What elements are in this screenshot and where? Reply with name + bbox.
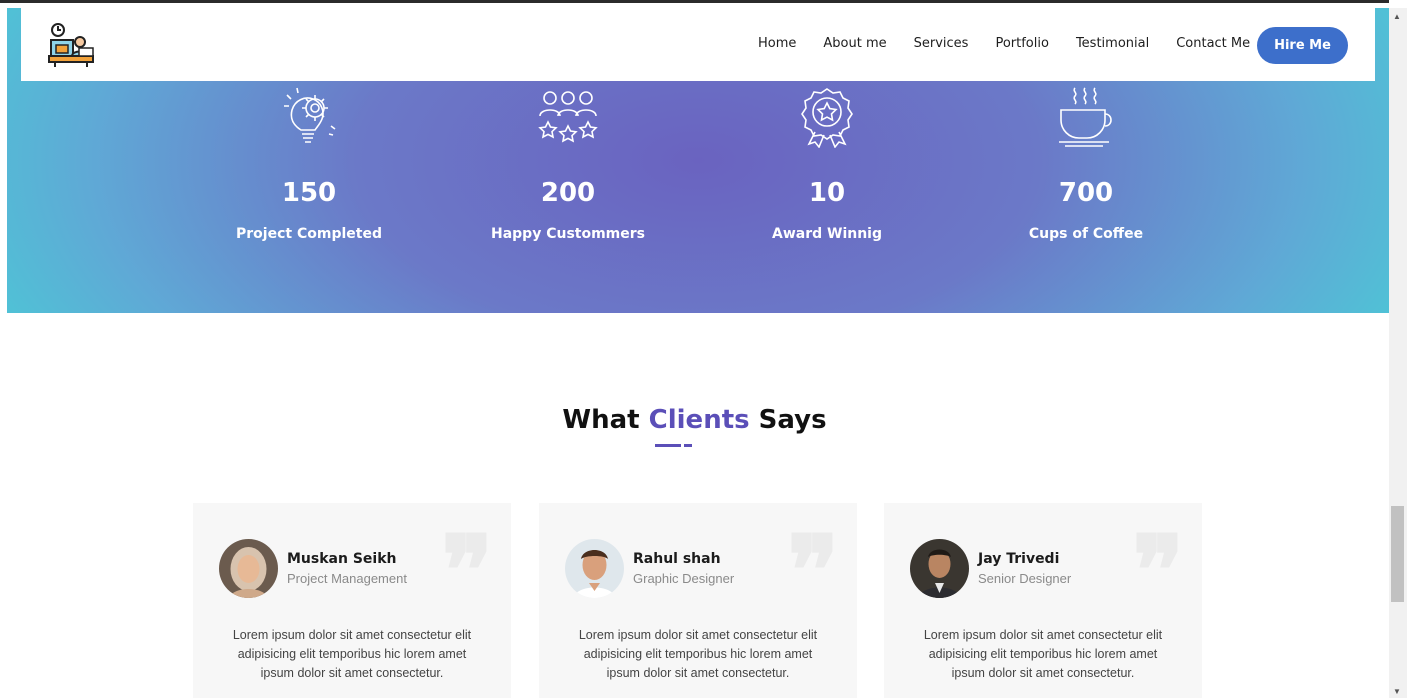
testimonial-text: Lorem ipsum dolor sit amet consectetur e…	[578, 628, 818, 680]
main-menu: Home About me Services Portfolio Testimo…	[758, 36, 1277, 51]
quote-icon: ❞	[441, 514, 493, 627]
scroll-up-arrow-icon[interactable]: ▲	[1393, 12, 1401, 21]
testimonial-card: Jay Trivedi Senior Designer ❞ Lorem ipsu…	[884, 503, 1202, 698]
office-worker-clock-icon	[48, 23, 94, 67]
client-name: Muskan Seikh	[287, 551, 397, 567]
client-role: Graphic Designer	[633, 571, 735, 586]
testimonial-text: Lorem ipsum dolor sit amet consectetur e…	[923, 628, 1163, 680]
client-role: Senior Designer	[978, 571, 1072, 586]
page-scrollbar[interactable]: ▲ ▼	[1389, 8, 1407, 698]
nav-portfolio[interactable]: Portfolio	[995, 36, 1048, 51]
section-heading: What Clients Says	[0, 405, 1389, 435]
customers-stars-icon	[538, 91, 598, 143]
coffee-cup-icon	[1059, 87, 1112, 147]
avatar	[910, 539, 969, 598]
avatar	[219, 539, 278, 598]
stat-label: Award Winnig	[771, 226, 882, 242]
stat-value: 10	[808, 178, 846, 208]
testimonial-text: Lorem ipsum dolor sit amet consectetur e…	[232, 628, 472, 680]
scrollbar-thumb[interactable]	[1391, 506, 1404, 602]
heading-accent: Clients	[648, 405, 750, 435]
stat-label: Cups of Coffee	[1028, 226, 1144, 242]
quote-icon: ❞	[787, 514, 839, 627]
heading-underline	[655, 444, 681, 447]
nav-home[interactable]: Home	[758, 36, 796, 51]
testimonial-card: Muskan Seikh Project Management ❞ Lorem …	[193, 503, 511, 698]
stat-label: Happy Custommers	[491, 226, 645, 242]
client-name: Rahul shah	[633, 551, 721, 567]
stat-value: 200	[540, 178, 596, 208]
navbar: Home About me Services Portfolio Testimo…	[21, 8, 1375, 81]
stat-coffee: 700 Cups of Coffee	[986, 86, 1186, 242]
logo[interactable]	[47, 22, 95, 68]
heading-part: Says	[758, 405, 827, 435]
nav-testimonial[interactable]: Testimonial	[1076, 36, 1149, 51]
avatar	[565, 539, 624, 598]
nav-services[interactable]: Services	[914, 36, 969, 51]
nav-contact-me[interactable]: Contact Me	[1176, 36, 1250, 51]
testimonial-card: Rahul shah Graphic Designer ❞ Lorem ipsu…	[539, 503, 857, 698]
stat-projects: 150 Project Completed	[209, 86, 409, 242]
window-top-edge	[0, 0, 1389, 8]
stat-value: 700	[1058, 178, 1114, 208]
client-role: Project Management	[287, 571, 407, 586]
heading-underline-dot	[684, 444, 692, 447]
stat-value: 150	[281, 178, 337, 208]
award-badge-icon	[801, 88, 853, 148]
stat-label: Project Completed	[236, 226, 382, 242]
scroll-down-arrow-icon[interactable]: ▼	[1393, 687, 1401, 696]
client-name: Jay Trivedi	[978, 551, 1060, 567]
stat-awards: 10 Award Winnig	[727, 86, 927, 242]
stat-customers: 200 Happy Custommers	[468, 86, 668, 242]
quote-icon: ❞	[1132, 514, 1184, 627]
lightbulb-gear-icon	[284, 87, 336, 143]
nav-about-me[interactable]: About me	[823, 36, 886, 51]
heading-part: What	[562, 405, 640, 435]
hire-me-button[interactable]: Hire Me	[1257, 27, 1348, 64]
